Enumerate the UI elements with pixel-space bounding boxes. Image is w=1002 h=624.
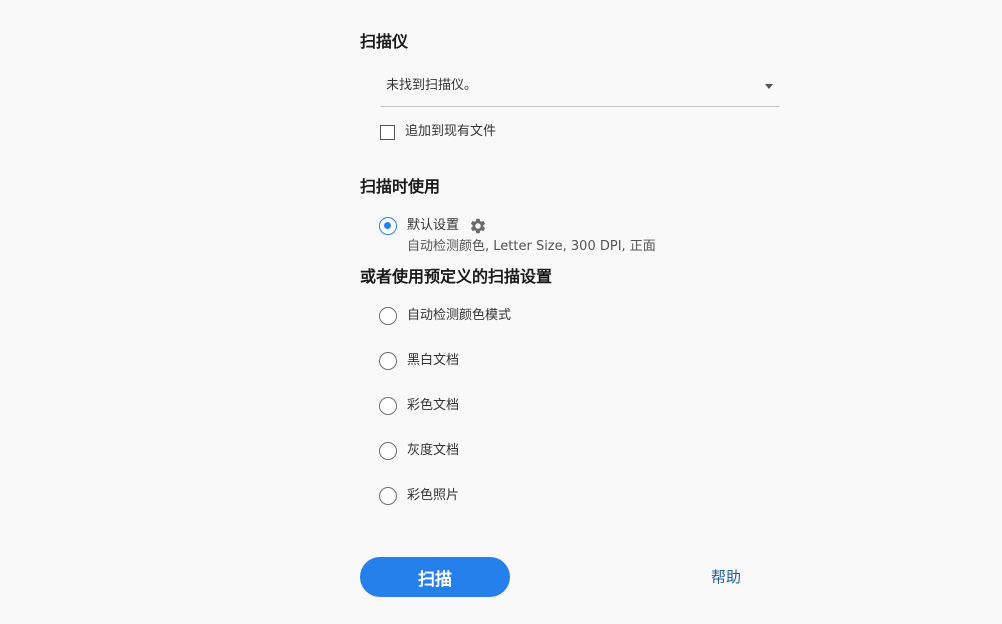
preset-option-label: 黑白文档 — [407, 353, 460, 368]
default-settings-option[interactable]: 默认设置 — [379, 216, 487, 236]
append-to-existing-file-checkbox[interactable] — [380, 124, 395, 140]
scanner-section-title: 扫描仪 — [360, 32, 409, 51]
chevron-down-icon — [765, 84, 773, 89]
scanner-dropdown-value: 未找到扫描仪。 — [386, 78, 478, 93]
preset-section-title: 或者使用预定义的扫描设置 — [360, 267, 553, 286]
default-settings-radio[interactable] — [379, 217, 397, 235]
preset-radio[interactable] — [379, 442, 397, 460]
help-link[interactable]: 帮助 — [711, 567, 741, 587]
append-to-existing-file-checkbox-row[interactable]: 追加到现有文件 — [380, 123, 496, 141]
scan-settings-panel: 扫描仪 未找到扫描仪。 追加到现有文件 扫描时使用 默认设置 自动检测颜色, L… — [0, 0, 1002, 624]
append-to-existing-file-label: 追加到现有文件 — [405, 124, 497, 139]
preset-option-bw-document[interactable]: 黑白文档 — [379, 351, 459, 371]
preset-option-label: 彩色照片 — [407, 488, 460, 503]
scan-button[interactable]: 扫描 — [360, 557, 510, 597]
scan-using-section-title: 扫描时使用 — [360, 177, 441, 196]
preset-option-grayscale-document[interactable]: 灰度文档 — [379, 441, 459, 461]
default-settings-description: 自动检测颜色, Letter Size, 300 DPI, 正面 — [407, 239, 656, 254]
preset-option-auto-detect-color[interactable]: 自动检测颜色模式 — [379, 306, 511, 326]
preset-radio[interactable] — [379, 352, 397, 370]
preset-option-label: 自动检测颜色模式 — [407, 308, 512, 323]
preset-radio[interactable] — [379, 307, 397, 325]
preset-radio[interactable] — [379, 397, 397, 415]
preset-option-color-photo[interactable]: 彩色照片 — [379, 486, 459, 506]
preset-radio[interactable] — [379, 487, 397, 505]
scanner-dropdown[interactable]: 未找到扫描仪。 — [380, 72, 780, 107]
preset-option-color-document[interactable]: 彩色文档 — [379, 396, 459, 416]
gear-icon[interactable] — [469, 217, 487, 235]
preset-option-label: 彩色文档 — [407, 398, 460, 413]
preset-option-label: 灰度文档 — [407, 443, 460, 458]
default-settings-label: 默认设置 — [407, 218, 460, 233]
